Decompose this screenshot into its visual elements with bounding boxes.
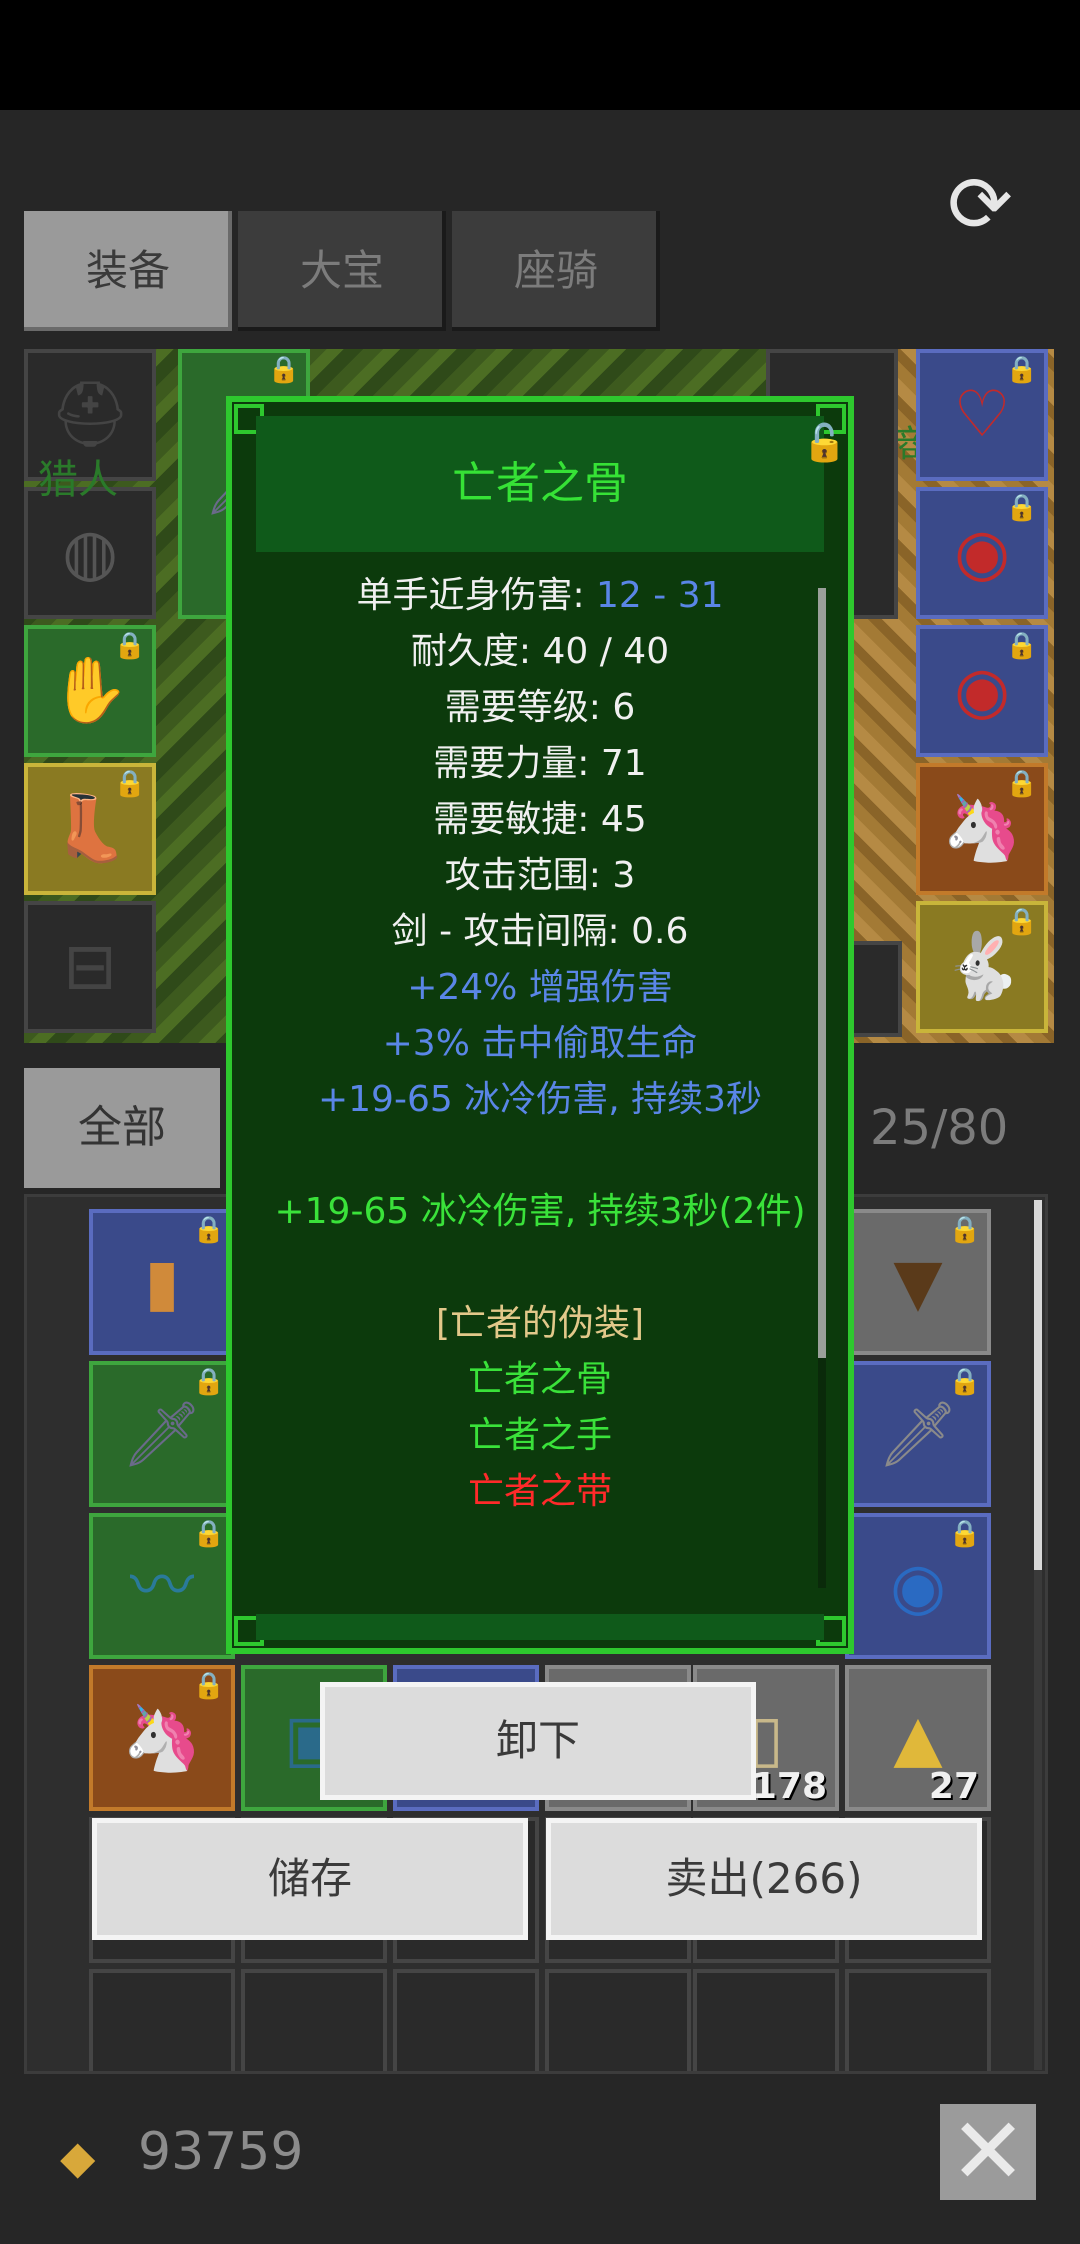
inventory-item[interactable]: 🗡 🔒 (845, 1361, 991, 1507)
tooltip-footer (256, 1614, 824, 1640)
inventory-item[interactable] (393, 1969, 539, 2071)
lock-icon: 🔒 (948, 1519, 981, 1549)
inventory-capacity: 25/80 (870, 1100, 1009, 1156)
magic-property: +19-65 冰冷伤害, 持续3秒 (317, 1079, 762, 1120)
magic-property: +24% 增强伤害 (407, 967, 673, 1008)
lock-icon: 🔒 (192, 1671, 225, 1701)
stat-label: 单手近身伤害: (356, 575, 597, 616)
belt-slot[interactable]: ⊟ (24, 901, 156, 1033)
tooltip-stats: 单手近身伤害: 12 - 31 耐久度: 40 / 40 需要等级: 6 需要力… (242, 568, 838, 1520)
lock-icon: 🔒 (192, 1215, 225, 1245)
tab-treasure[interactable]: 大宝 (238, 211, 446, 331)
set-piece-missing: 亡者之带 (467, 1471, 612, 1512)
status-bar (0, 0, 1080, 110)
inventory-item[interactable] (89, 1969, 235, 2071)
lock-icon: 🔒 (1005, 355, 1038, 385)
stat-damage: 单手近身伤害: 12 - 31 (242, 568, 838, 624)
lock-icon: 🔒 (1005, 769, 1038, 799)
lock-icon: 🔒 (113, 631, 146, 661)
item-name: 亡者之骨 (452, 458, 628, 509)
stat-attack-range: 攻击范围: 3 (444, 855, 636, 896)
lock-icon: 🔒 (192, 1367, 225, 1397)
inventory-item[interactable]: 🦄 🔒 (89, 1665, 235, 1811)
lock-icon: 🔒 (192, 1519, 225, 1549)
lock-icon: 🔒 (1005, 907, 1038, 937)
inventory-item[interactable] (693, 1969, 839, 2071)
tab-equipment[interactable]: 装备 (24, 211, 232, 331)
inventory-item[interactable]: ▮ 🔒 (89, 1209, 235, 1355)
ring-slot-1[interactable]: ◉ 🔒 (916, 487, 1048, 619)
gloves-slot[interactable]: ✋ 🔒 (24, 625, 156, 757)
lock-icon: 🔒 (267, 355, 300, 385)
lock-icon: 🔒 (113, 769, 146, 799)
sell-button[interactable]: 卖出(266) (546, 1818, 982, 1940)
store-button[interactable]: 储存 (92, 1818, 528, 1940)
magic-property: +3% 击中偷取生命 (382, 1023, 698, 1064)
inventory-item[interactable]: 〰 🔒 (89, 1513, 235, 1659)
stat-required-strength: 需要力量: 71 (433, 743, 647, 784)
refresh-icon[interactable]: ⟳ (940, 165, 1020, 245)
inventory-scrollbar[interactable] (1034, 1200, 1042, 1570)
ring-slot-2[interactable]: ◉ 🔒 (916, 625, 1048, 757)
lock-icon: 🔒 (1005, 493, 1038, 523)
inventory-item[interactable] (545, 1969, 691, 2071)
stat-required-dexterity: 需要敏捷: 45 (433, 799, 647, 840)
inventory-item[interactable]: ▼ 🔒 (845, 1209, 991, 1355)
inventory-item[interactable]: 🗡 🔒 (89, 1361, 235, 1507)
stat-value: 12 - 31 (596, 575, 724, 616)
lock-icon: 🔒 (948, 1215, 981, 1245)
set-bonus: +19-65 冰冷伤害, 持续3秒(2件) (274, 1191, 806, 1232)
inventory-item[interactable]: ▲ 27 (845, 1665, 991, 1811)
lock-icon: 🔒 (1005, 631, 1038, 661)
item-count: 27 (928, 1766, 979, 1807)
filter-all-button[interactable]: 全部 (24, 1068, 220, 1188)
set-piece-owned: 亡者之手 (467, 1415, 612, 1456)
lock-icon: 🔒 (948, 1367, 981, 1397)
tab-mount[interactable]: 座骑 (452, 211, 660, 331)
tooltip-header: 亡者之骨 (256, 416, 824, 552)
pet-slot-2[interactable]: 🐇 🔒 (916, 901, 1048, 1033)
stat-durability: 耐久度: 40 / 40 (410, 631, 670, 672)
inventory-item[interactable]: ◉ 🔒 (845, 1513, 991, 1659)
armor-icon: ◍ (62, 516, 118, 590)
set-piece-owned: 亡者之骨 (467, 1359, 612, 1400)
necklace-slot[interactable]: ♡ 🔒 (916, 349, 1048, 481)
inventory-item[interactable] (241, 1969, 387, 2071)
npc-label-hunter: 猎人 (38, 457, 118, 503)
stat-required-level: 需要等级: 6 (444, 687, 636, 728)
inventory-item[interactable] (845, 1969, 991, 2071)
item-tooltip: 亡者之骨 🔓 单手近身伤害: 12 - 31 耐久度: 40 / 40 需要等级… (226, 396, 854, 1654)
unequip-button[interactable]: 卸下 (320, 1682, 756, 1800)
gold-pile-icon: ◆ (60, 2130, 96, 2184)
boots-slot[interactable]: 👢 🔒 (24, 763, 156, 895)
close-icon[interactable]: ✕ (940, 2104, 1036, 2200)
pet-slot[interactable]: 🦄 🔒 (916, 763, 1048, 895)
lock-icon[interactable]: 🔓 (802, 422, 847, 464)
belt-icon: ⊟ (63, 930, 117, 1004)
gold-amount: 93759 (138, 2122, 304, 2182)
amulet-slot[interactable]: ◍ (24, 487, 156, 619)
item-count: 178 (751, 1766, 827, 1807)
stat-attack-interval: 剑 - 攻击间隔: 0.6 (391, 911, 689, 952)
set-name: [亡者的伪装] (435, 1303, 645, 1344)
